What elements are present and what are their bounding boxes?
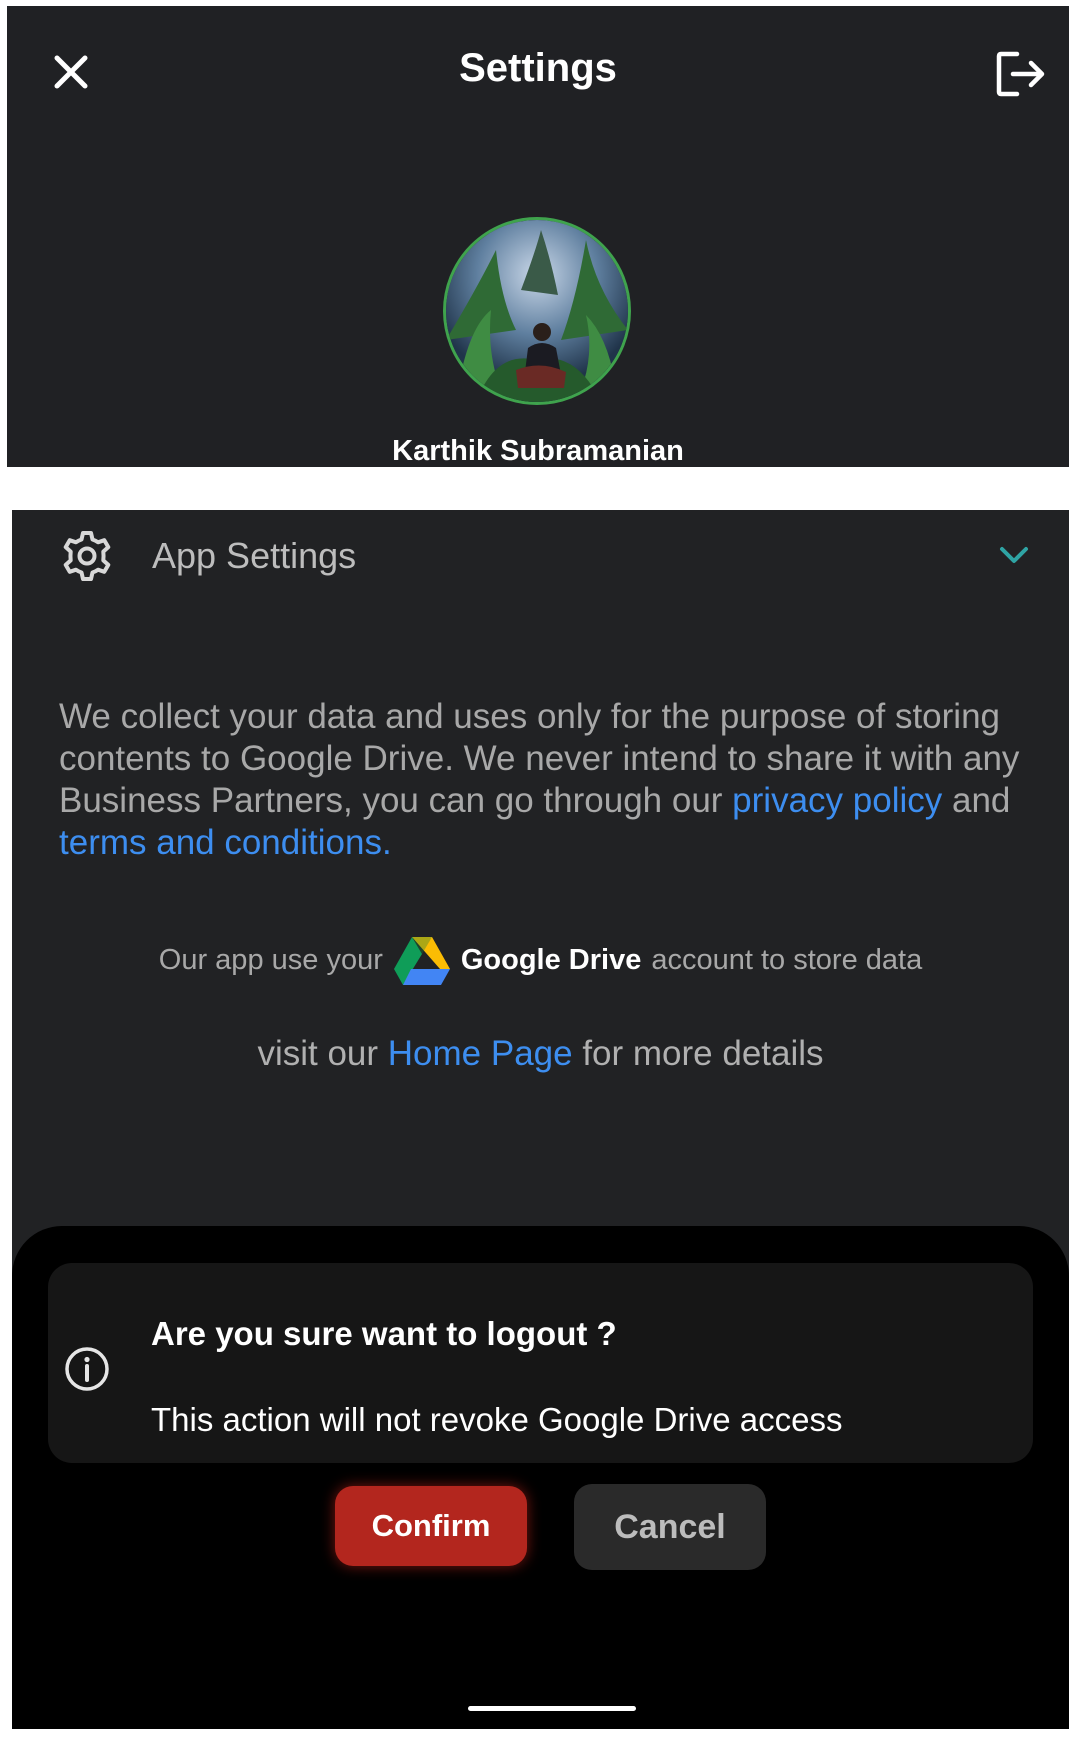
- privacy-text-part: and: [942, 781, 1011, 820]
- visit-home-page: visit our Home Page for more details: [12, 1034, 1069, 1074]
- settings-header: Settings Karthik Subramanian: [7, 6, 1069, 467]
- drive-info: Our app use your Google Drive account to…: [12, 935, 1069, 985]
- logout-button[interactable]: [989, 42, 1053, 106]
- logout-bottom-sheet: Are you sure want to logout ? This actio…: [12, 1226, 1069, 1729]
- google-drive-icon: [393, 937, 450, 985]
- home-indicator[interactable]: [468, 1706, 636, 1711]
- logout-icon: [996, 51, 1045, 97]
- drive-name: Google Drive: [460, 943, 642, 976]
- home-page-link[interactable]: Home Page: [388, 1034, 573, 1073]
- info-icon: [65, 1347, 109, 1391]
- profile-photo: [446, 220, 628, 402]
- settings-content: App Settings We collect your data and us…: [12, 510, 1069, 1729]
- cancel-button[interactable]: Cancel: [574, 1484, 766, 1570]
- drive-info-prefix: Our app use your: [158, 943, 383, 976]
- chevron-down-icon: [1000, 547, 1028, 563]
- user-name: Karthik Subramanian: [392, 435, 684, 467]
- visit-suffix: for more details: [572, 1034, 824, 1073]
- logout-message: This action will not revoke Google Drive…: [151, 1401, 843, 1438]
- app-settings-row[interactable]: App Settings: [12, 510, 1069, 602]
- privacy-policy-link[interactable]: privacy policy: [732, 781, 942, 820]
- privacy-statement: We collect your data and uses only for t…: [59, 696, 1029, 864]
- avatar[interactable]: [443, 217, 631, 405]
- logout-info-card: Are you sure want to logout ? This actio…: [48, 1263, 1033, 1463]
- drive-info-suffix: account to store data: [651, 943, 923, 976]
- visit-prefix: visit our: [257, 1034, 388, 1073]
- gear-icon: [63, 531, 111, 581]
- terms-and-conditions-link[interactable]: terms and conditions.: [59, 823, 392, 862]
- page-title: Settings: [459, 46, 617, 90]
- logout-title: Are you sure want to logout ?: [151, 1315, 617, 1352]
- confirm-button[interactable]: Confirm: [335, 1486, 527, 1566]
- app-settings-label: App Settings: [152, 535, 357, 576]
